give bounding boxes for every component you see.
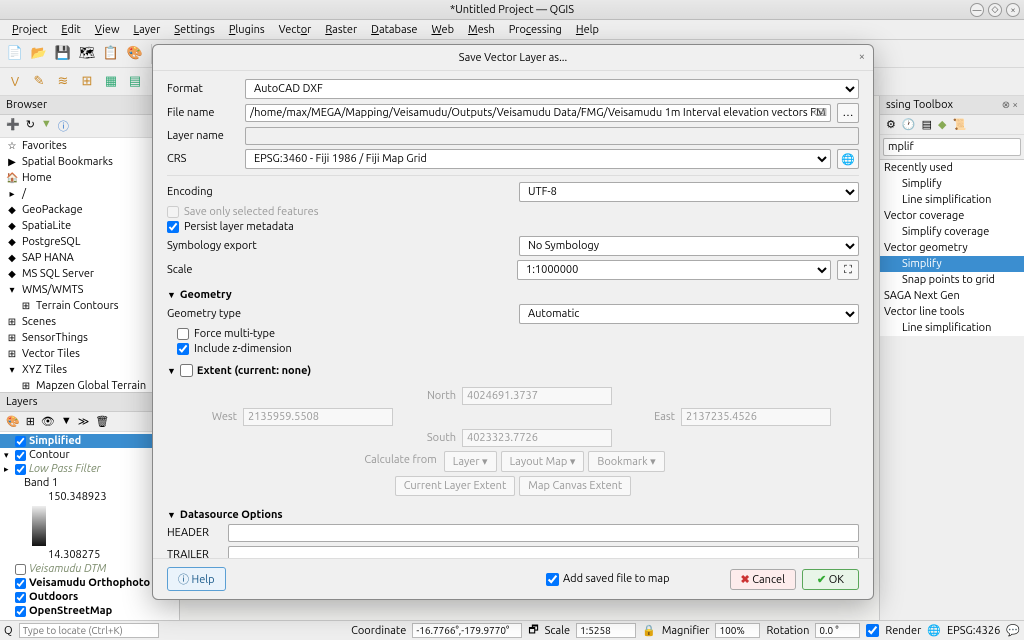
header-opt-label: HEADER (167, 527, 222, 539)
encoding-select[interactable]: UTF-8 (519, 182, 859, 202)
crs-picker-button[interactable]: 🌐 (837, 149, 859, 169)
filename-input[interactable] (245, 104, 831, 122)
browse-file-button[interactable]: … (837, 103, 859, 123)
north-label: North (414, 390, 456, 402)
help-button[interactable]: ⓘ Help (167, 567, 226, 591)
datasource-section-head[interactable]: ▼Datasource Options (167, 506, 859, 524)
geomtype-label: Geometry type (167, 308, 513, 320)
clear-filename-icon[interactable]: ⌫ (813, 107, 827, 119)
geometry-section-head[interactable]: ▼Geometry (167, 286, 859, 304)
scale-picker-button[interactable]: ⛶ (837, 260, 859, 280)
crs-label: CRS (167, 153, 239, 165)
header-opt-input[interactable] (228, 524, 859, 542)
east-label: East (633, 411, 675, 423)
cancel-button[interactable]: ✖ Cancel (730, 569, 796, 590)
include-z-check[interactable]: Include z-dimension (177, 343, 859, 355)
calc-bookmark-button: Bookmark ▾ (588, 451, 664, 472)
symbology-select[interactable]: No Symbology (519, 236, 859, 256)
force-multi-check[interactable]: Force multi-type (177, 328, 859, 340)
save-vector-dialog: Save Vector Layer as... × Format AutoCAD… (152, 44, 874, 600)
crs-select[interactable]: EPSG:3460 - Fiji 1986 / Fiji Map Grid (245, 149, 831, 169)
map-canvas-extent-button: Map Canvas Extent (519, 476, 631, 496)
format-label: Format (167, 83, 239, 95)
dialog-close-icon[interactable]: × (859, 51, 865, 63)
calc-from-label: Calculate from (361, 451, 439, 472)
symbology-label: Symbology export (167, 240, 513, 252)
trailer-opt-input[interactable] (228, 546, 859, 558)
dialog-scale-label: Scale (167, 264, 511, 276)
persist-metadata-check[interactable]: Persist layer metadata (167, 221, 859, 233)
encoding-label: Encoding (167, 186, 513, 198)
save-selected-check: Save only selected features (167, 206, 859, 218)
dialog-scale-select[interactable]: 1:1000000 (517, 260, 831, 280)
extent-section-head[interactable]: ▼ Extent (current: none) (167, 361, 859, 380)
ok-button[interactable]: ✔ OK (802, 569, 859, 590)
west-label: West (195, 411, 237, 423)
layername-label: Layer name (167, 130, 239, 142)
layername-input (245, 127, 859, 145)
calc-layoutmap-button: Layout Map ▾ (501, 451, 585, 472)
south-input (462, 429, 612, 447)
west-input (243, 408, 393, 426)
current-layer-extent-button: Current Layer Extent (395, 476, 516, 496)
calc-layer-button: Layer ▾ (444, 451, 497, 472)
filename-label: File name (167, 107, 239, 119)
trailer-opt-label: TRAILER (167, 549, 222, 558)
format-select[interactable]: AutoCAD DXF (245, 79, 859, 99)
east-input (681, 408, 831, 426)
dialog-title: Save Vector Layer as... (459, 52, 567, 64)
add-to-map-check[interactable] (546, 573, 559, 586)
south-label: South (414, 432, 456, 444)
dialog-titlebar: Save Vector Layer as... × (153, 45, 873, 71)
add-to-map-label: Add saved file to map (563, 573, 670, 585)
extent-enable-check[interactable] (180, 364, 193, 377)
north-input (462, 387, 612, 405)
geomtype-select[interactable]: Automatic (519, 304, 859, 324)
